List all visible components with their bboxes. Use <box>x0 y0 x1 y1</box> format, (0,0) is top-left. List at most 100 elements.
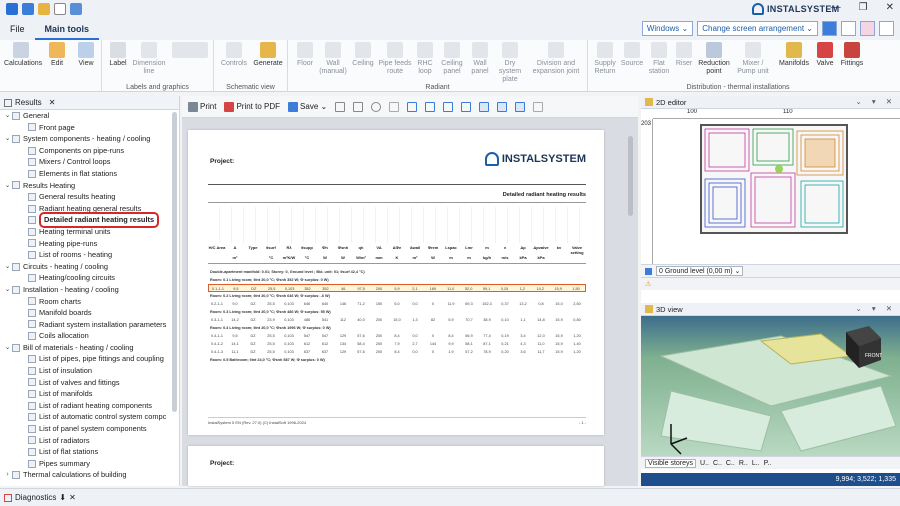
tree-item[interactable]: List of panel system components <box>0 423 172 435</box>
ceiling-button[interactable]: Ceiling <box>350 42 376 68</box>
tree-item[interactable]: List of rooms - heating <box>0 249 172 261</box>
tree-item[interactable]: Pipes summary <box>0 458 172 470</box>
tree-group[interactable]: ⌄ General <box>0 110 172 122</box>
rhc-loop-button[interactable]: RHC loop <box>414 42 436 76</box>
layout-alt-icon[interactable] <box>841 21 856 36</box>
controls-button[interactable]: Controls <box>220 42 248 68</box>
tree-item[interactable]: List of valves and fittings <box>0 377 172 389</box>
chevron-down-icon[interactable]: ⌄ <box>3 342 12 354</box>
chevron-right-icon[interactable]: › <box>3 469 12 481</box>
tree-item[interactable]: Room charts <box>0 296 172 308</box>
wall-manual-button[interactable]: Wall (manual) <box>318 42 348 76</box>
edit-button[interactable]: Edit <box>46 42 68 68</box>
page-icon[interactable] <box>353 101 364 112</box>
tree-group[interactable]: › Thermal calculations of building <box>0 469 172 481</box>
two-pages-icon[interactable] <box>497 101 508 112</box>
tree-group[interactable]: ⌄ Circuits - heating / cooling <box>0 261 172 273</box>
tab-main-tools[interactable]: Main tools <box>34 18 100 40</box>
tree-item[interactable]: List of insulation <box>0 365 172 377</box>
screen-arrangement-dropdown[interactable]: Change screen arrangement ⌄ <box>697 21 818 36</box>
wall-panel-button[interactable]: Wall panel <box>468 42 492 76</box>
filter-c1[interactable]: C.. <box>713 460 722 467</box>
pin-icon[interactable]: ⬇ <box>59 493 66 502</box>
chevron-down-icon[interactable]: ⌄ <box>3 180 12 192</box>
filter-l[interactable]: L.. <box>752 460 760 467</box>
save-icon[interactable] <box>22 3 34 15</box>
chevron-down-icon[interactable]: ⌄ <box>3 261 12 273</box>
tree-item[interactable]: List of pipes, pipe fittings and couplin… <box>0 353 172 365</box>
undo-icon[interactable] <box>70 3 82 15</box>
zoom-icon[interactable] <box>443 101 454 112</box>
tree-item[interactable]: Elements in flat stations <box>0 168 172 180</box>
calculations-button[interactable]: Calculations <box>4 42 42 68</box>
close-preview-icon[interactable] <box>533 101 544 112</box>
chevron-up-icon[interactable] <box>879 21 894 36</box>
tree-group[interactable]: ⌄ Results Heating <box>0 180 172 192</box>
panel-controls[interactable]: ⌄ ▾ ✕ <box>855 97 896 106</box>
scroll-pages-icon[interactable] <box>515 101 526 112</box>
tree-item[interactable]: Manifold boards <box>0 307 172 319</box>
tree-item[interactable]: Radiant system installation parameters <box>0 319 172 331</box>
filter-u[interactable]: U.. <box>700 460 709 467</box>
ceiling-panel-button[interactable]: Ceiling panel <box>438 42 466 76</box>
view-button[interactable]: View <box>74 42 98 68</box>
text-icon[interactable] <box>389 101 400 112</box>
minimize-button[interactable]: — <box>831 2 841 13</box>
source-button[interactable]: Source <box>620 42 644 68</box>
close-icon[interactable]: ✕ <box>49 98 56 107</box>
tree-item[interactable]: Coils allocation <box>0 330 172 342</box>
table-row[interactable]: 0.2-1-1 9,0 DZ 25,5 0,103 646 640 146 71,2 150 5,0… <box>208 300 586 308</box>
panel-controls[interactable]: ⌄ ▾ ✕ <box>855 304 896 313</box>
filter-c2[interactable]: C.. <box>726 460 735 467</box>
fittings-button[interactable]: Fittings <box>838 42 866 68</box>
graphics-tools[interactable] <box>170 42 210 60</box>
view3d-canvas[interactable]: FRONT <box>641 316 900 456</box>
chevron-down-icon[interactable]: ⌄ <box>3 110 12 122</box>
tree-group[interactable]: ⌄ System components - heating / cooling <box>0 133 172 145</box>
filter-p[interactable]: P.. <box>764 460 772 467</box>
close-button[interactable]: ✕ <box>886 2 894 13</box>
restore-button[interactable]: ❐ <box>859 2 868 13</box>
tree-group[interactable]: ⌄ Bill of materials - heating / cooling <box>0 342 172 354</box>
warning-icon[interactable]: ⚠ <box>645 280 651 288</box>
riser-button[interactable]: Riser <box>674 42 694 68</box>
editor2d-canvas[interactable]: 100 110 203 <box>641 109 900 289</box>
mixer-pump-button[interactable]: Mixer / Pump unit <box>734 42 772 76</box>
storey-dropdown[interactable]: 0 Ground level (0,00 m) ⌄ <box>656 266 744 276</box>
floor-button[interactable]: Floor <box>294 42 316 68</box>
copy-icon[interactable] <box>335 101 346 112</box>
tree-group[interactable]: ⌄ Installation - heating / cooling <box>0 284 172 296</box>
settings-icon[interactable] <box>860 21 875 36</box>
label-button[interactable]: Label <box>106 42 130 68</box>
supply-return-button[interactable]: Supply Return <box>592 42 618 76</box>
floor-plan[interactable] <box>699 123 849 235</box>
manifolds-button[interactable]: Manifolds <box>776 42 812 68</box>
tree-item[interactable]: Heating/cooling circuits <box>0 272 172 284</box>
table-row[interactable]: 0.1-1-1 9,5 DZ 25,5 0,103 352 352 46 97,5 200 5,9 2… <box>208 284 586 292</box>
grid-icon[interactable] <box>461 101 472 112</box>
tree-item[interactable]: General results heating <box>0 191 172 203</box>
division-joint-button[interactable]: Division and expansion joint <box>528 42 584 76</box>
tree-item[interactable]: Heating pipe-runs <box>0 238 172 250</box>
print-to-pdf-button[interactable]: Print to PDF <box>224 101 280 112</box>
windows-dropdown[interactable]: Windows ⌄ <box>641 21 694 36</box>
preview-scrollbar[interactable] <box>628 136 633 216</box>
tree-item[interactable]: Detailed radiant heating results <box>0 212 172 228</box>
tree-item[interactable]: List of flat stations <box>0 446 172 458</box>
new-file-icon[interactable] <box>54 3 66 15</box>
tree-item[interactable]: List of radiant heating components <box>0 400 172 412</box>
tree-item[interactable]: Mixers / Control loops <box>0 156 172 168</box>
diagnostics-tab[interactable]: Diagnostics ⬇ ✕ <box>0 488 900 506</box>
chevron-down-icon[interactable]: ⌄ <box>3 133 12 145</box>
tree-scrollbar[interactable] <box>172 112 177 412</box>
tree-item[interactable]: List of radiators <box>0 435 172 447</box>
open-folder-icon[interactable] <box>38 3 50 15</box>
print-button[interactable]: Print <box>188 101 216 112</box>
dimension-line-button[interactable]: Dimension line <box>132 42 166 76</box>
single-page-icon[interactable] <box>479 101 490 112</box>
save-dropdown[interactable]: Save ⌄ <box>288 101 327 112</box>
pipe-feeds-route-button[interactable]: Pipe feeds route <box>378 42 412 76</box>
table-row[interactable]: 0.3-1-1 14,2 DZ 23,9 0,103 486 541 112 40,0 200 15… <box>208 316 586 324</box>
fit-width-icon[interactable] <box>425 101 436 112</box>
flat-station-button[interactable]: Flat station <box>646 42 672 76</box>
